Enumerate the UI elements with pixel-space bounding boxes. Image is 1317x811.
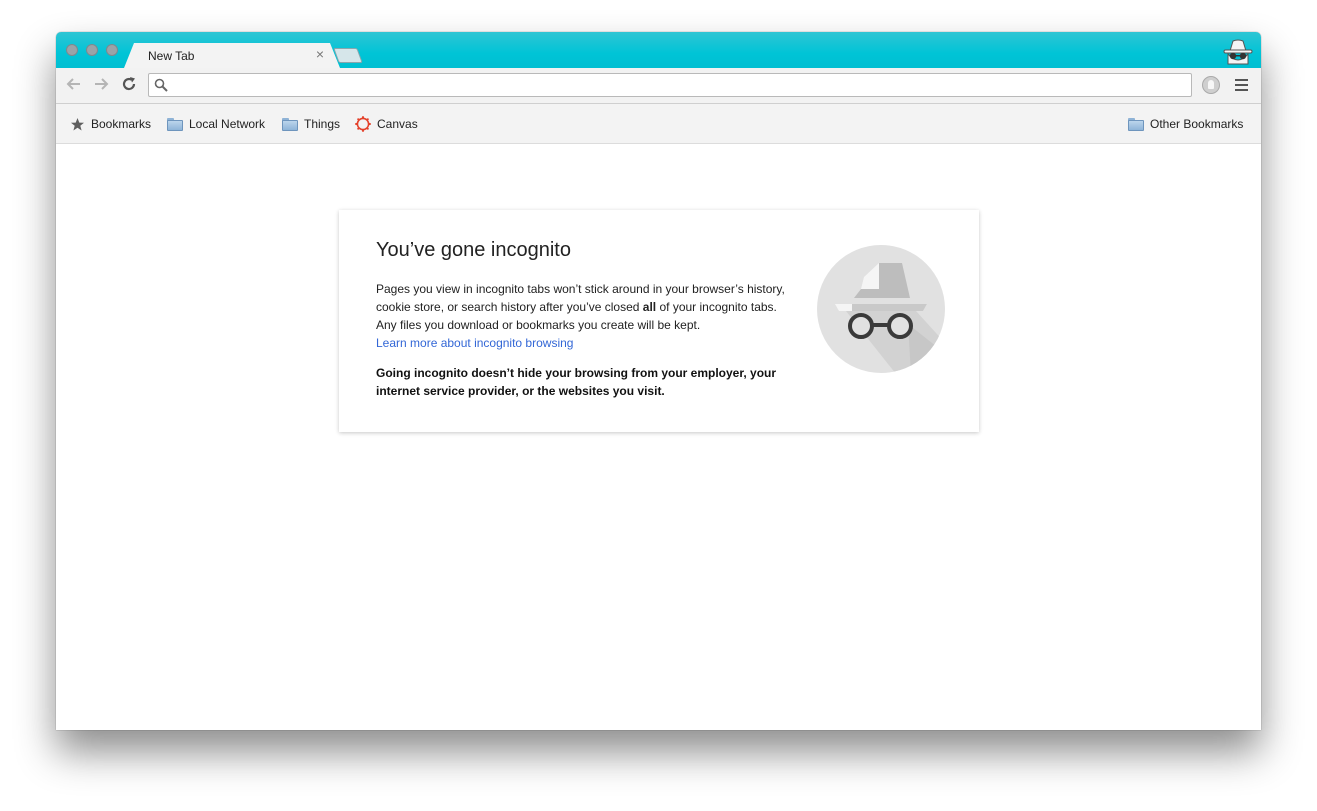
reload-button[interactable] [119,75,139,95]
reload-icon [122,77,136,91]
tab-new-tab[interactable]: New Tab × [124,43,340,68]
omnibox-input[interactable] [173,76,1187,96]
incognito-description: Pages you view in incognito tabs won’t s… [376,280,796,352]
description-bold: all [642,300,657,314]
minimize-window-button[interactable] [86,44,98,56]
incognito-avatar-icon[interactable] [1221,38,1255,66]
back-button[interactable] [64,75,84,95]
forward-button[interactable] [91,75,111,95]
page-content: You’ve gone incognito Pages you view in … [56,144,1261,730]
zoom-window-button[interactable] [106,44,118,56]
bookmark-bookmarks[interactable]: Bookmarks [70,116,151,132]
bookmark-label: Things [304,117,341,131]
extension-icon[interactable] [1202,76,1220,94]
tab-strip: New Tab × [56,32,1261,68]
folder-icon [1128,117,1144,131]
arrow-left-icon [66,78,80,90]
bookmark-things[interactable]: Things [282,116,340,132]
menu-icon[interactable] [1235,79,1248,91]
incognito-card: You’ve gone incognito Pages you view in … [339,210,979,432]
learn-more-link[interactable]: Learn more about incognito browsing [376,336,573,350]
incognito-spy-icon [817,245,945,373]
page-title: You’ve gone incognito [376,239,571,261]
bookmarks-bar: Bookmarks Local Network Things Canvas Ot… [56,104,1261,144]
canvas-logo-icon [355,116,371,132]
toolbar [56,68,1261,104]
folder-icon [282,117,298,131]
bookmark-label: Bookmarks [91,117,152,131]
tab-close-icon[interactable]: × [316,47,324,61]
bookmark-label: Canvas [377,117,418,131]
arrow-right-icon [95,78,109,90]
new-tab-button[interactable] [333,48,363,63]
bookmark-local-network[interactable]: Local Network [167,116,265,132]
browser-window: New Tab × Bookmarks Local Network Things… [56,32,1261,730]
folder-icon [167,117,183,131]
bookmark-other-bookmarks[interactable]: Other Bookmarks [1128,116,1243,132]
bookmark-label: Other Bookmarks [1150,117,1244,131]
incognito-warning: Going incognito doesn’t hide your browsi… [376,366,777,398]
bookmark-label: Local Network [189,117,266,131]
search-icon [154,78,168,92]
close-window-button[interactable] [66,44,78,56]
star-icon [71,117,84,130]
omnibox[interactable] [148,73,1192,97]
bookmark-canvas[interactable]: Canvas [355,116,418,132]
window-controls [66,44,118,56]
tab-title: New Tab [148,49,195,63]
